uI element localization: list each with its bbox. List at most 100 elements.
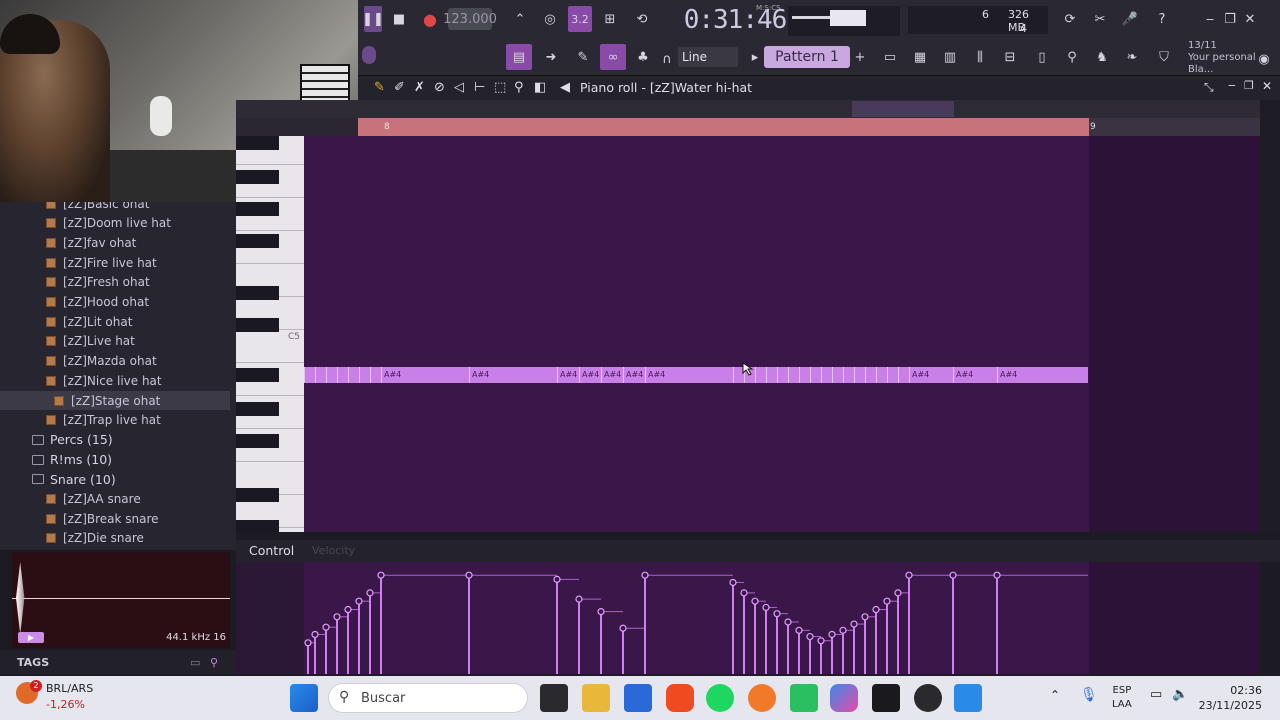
- midi-note[interactable]: A#4: [909, 367, 953, 383]
- slice-tool-icon[interactable]: ⊢: [474, 80, 485, 95]
- black-key[interactable]: [236, 368, 279, 382]
- velocity-handle[interactable]: [872, 605, 880, 614]
- midi-note[interactable]: [843, 367, 854, 383]
- midi-note[interactable]: [799, 367, 810, 383]
- loop-region[interactable]: [358, 118, 1089, 136]
- velocity-handle[interactable]: [355, 597, 363, 605]
- browser-file[interactable]: [zZ]Stage ohat: [0, 391, 230, 410]
- browser-file[interactable]: [zZ]Fresh ohat: [0, 273, 230, 292]
- delete-tool-icon[interactable]: ✗: [414, 80, 425, 95]
- live-icon[interactable]: [790, 684, 818, 712]
- link-icon[interactable]: ∞: [600, 44, 626, 70]
- control-label[interactable]: Control: [249, 543, 294, 558]
- tray-mic-icon[interactable]: 🎙: [1080, 687, 1098, 703]
- mute-tool-icon[interactable]: ⊘: [434, 80, 445, 95]
- midi-note[interactable]: A#4: [579, 367, 601, 383]
- midi-note[interactable]: [876, 367, 887, 383]
- search-icon[interactable]: ⚲: [210, 656, 218, 669]
- black-key[interactable]: [236, 202, 279, 216]
- wait-input-icon[interactable]: ◎: [538, 6, 562, 32]
- tray-chevron-icon[interactable]: ⌃: [1050, 688, 1060, 702]
- clock[interactable]: 02:36 23/11/2025: [1196, 683, 1262, 713]
- velocity-handle[interactable]: [575, 595, 583, 603]
- midi-note[interactable]: [304, 367, 315, 383]
- channel-rack-icon[interactable]: ▦: [908, 44, 932, 70]
- shop-icon[interactable]: ⛉: [1152, 44, 1176, 70]
- reset-icon[interactable]: ⟳: [1058, 6, 1082, 32]
- velocity-handle[interactable]: [333, 613, 341, 621]
- velocity-handle[interactable]: [993, 571, 1001, 579]
- performer-icon[interactable]: ♞: [1090, 44, 1114, 70]
- pattern-selector[interactable]: Pattern 1: [764, 46, 850, 68]
- black-key[interactable]: [236, 488, 279, 502]
- velocity-handle[interactable]: [762, 603, 770, 612]
- browser-file[interactable]: [zZ]Mazda ohat: [0, 352, 230, 371]
- browser-folder[interactable]: R!ms (10): [0, 450, 230, 469]
- velocity-handle[interactable]: [465, 571, 473, 579]
- language-indicator[interactable]: ESP LAA: [1112, 684, 1132, 712]
- velocity-handle[interactable]: [751, 597, 759, 605]
- playback-icon[interactable]: ◧: [534, 80, 546, 95]
- step-seq-icon[interactable]: ▥: [938, 44, 962, 70]
- velocity-handle[interactable]: [619, 624, 627, 632]
- velocity-handle[interactable]: [784, 618, 792, 626]
- file-icon[interactable]: ▯: [1030, 44, 1054, 70]
- ticker-label[interactable]: BRL/ARS: [46, 682, 93, 695]
- vertical-scrollbar[interactable]: [1260, 100, 1280, 532]
- black-key[interactable]: [236, 286, 279, 300]
- midi-note[interactable]: A#4: [601, 367, 623, 383]
- file-explorer-icon[interactable]: [582, 684, 610, 712]
- volume-icon[interactable]: 🔈: [1172, 687, 1188, 702]
- black-key[interactable]: [236, 434, 279, 448]
- copilot-icon[interactable]: [830, 684, 858, 712]
- timeline-ruler[interactable]: 8 9: [358, 118, 1260, 136]
- record-button[interactable]: ●: [420, 6, 440, 32]
- midi-note[interactable]: [348, 367, 359, 383]
- obs-icon[interactable]: [914, 684, 942, 712]
- black-key[interactable]: [236, 136, 279, 150]
- velocity-handle[interactable]: [828, 630, 836, 639]
- browser-file[interactable]: [zZ]Basic ohat: [0, 202, 230, 213]
- add-pattern-button[interactable]: +: [852, 44, 868, 70]
- account-icon[interactable]: ◉: [1254, 46, 1274, 72]
- help-icon[interactable]: ?: [1150, 6, 1174, 32]
- slip-tool-icon[interactable]: ◁: [454, 80, 464, 95]
- select-tool-icon[interactable]: ⬚: [494, 80, 506, 95]
- velocity-handle[interactable]: [322, 623, 330, 631]
- velocity-handle[interactable]: [729, 578, 737, 587]
- browser-folder[interactable]: Percs (15): [0, 430, 230, 449]
- midi-note[interactable]: A#4: [557, 367, 579, 383]
- velocity-handle[interactable]: [344, 605, 352, 614]
- stamp-icon[interactable]: ♣: [630, 44, 656, 70]
- close-icon[interactable]: ✕: [1240, 6, 1260, 32]
- velocity-handle[interactable]: [311, 630, 319, 639]
- velocity-handle[interactable]: [597, 607, 605, 616]
- tags-bar[interactable]: TAGS ▭ ⚲: [0, 650, 236, 674]
- midi-note[interactable]: [865, 367, 876, 383]
- black-key[interactable]: [236, 170, 279, 184]
- velocity-handle[interactable]: [377, 571, 385, 579]
- note-grid[interactable]: A#4 A#4 A#4 A#4 A#4 A#4 A#4 A#4 A#4 A#4: [304, 136, 1260, 532]
- playlist-icon[interactable]: ▭: [878, 44, 902, 70]
- snap-selector[interactable]: Line: [678, 47, 738, 67]
- menu-arrow-icon[interactable]: ◀: [560, 80, 570, 95]
- pattern-prev-icon[interactable]: ▸: [748, 44, 762, 70]
- spotify-icon[interactable]: [706, 684, 734, 712]
- mixer-icon[interactable]: ⫼: [968, 44, 992, 70]
- velocity-handle[interactable]: [949, 571, 957, 579]
- capcut-icon[interactable]: [872, 684, 900, 712]
- taskbar-search[interactable]: ⚲ Buscar: [328, 683, 528, 713]
- photos-icon[interactable]: [954, 684, 982, 712]
- midi-note[interactable]: [788, 367, 799, 383]
- velocity-handle[interactable]: [850, 620, 858, 628]
- velocity-handle[interactable]: [905, 571, 913, 579]
- midi-note[interactable]: A#4: [469, 367, 557, 383]
- tempo-display[interactable]: 123.000: [443, 8, 497, 30]
- browser-file[interactable]: [zZ]Fire live hat: [0, 253, 230, 272]
- pr-minimize-icon[interactable]: ‒: [1228, 78, 1236, 92]
- midi-note[interactable]: A#4: [953, 367, 997, 383]
- velocity-handle[interactable]: [861, 613, 869, 621]
- fl-studio-icon[interactable]: [748, 684, 776, 712]
- midi-note[interactable]: A#4: [645, 367, 733, 383]
- plugin-icon[interactable]: ⚲: [1060, 44, 1084, 70]
